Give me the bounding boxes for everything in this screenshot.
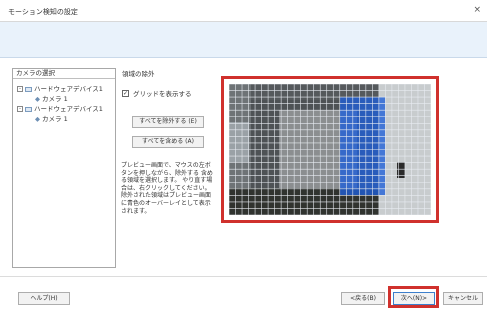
instructions-text: プレビュー画面で、マウスの左ボタンを押しながら、除外する 含める領域を選択します… — [121, 162, 213, 215]
title-bar: モーション検知の設定 × — [0, 0, 487, 22]
footer-divider — [0, 276, 487, 277]
camera-preview[interactable] — [229, 84, 431, 215]
collapse-icon[interactable]: - — [17, 106, 23, 112]
tree-item-camera-2[interactable]: ◆ カメラ 1 — [35, 113, 68, 123]
collapse-icon[interactable]: - — [17, 86, 23, 92]
show-grid-label: グリッドを表示する — [133, 90, 192, 98]
next-button[interactable]: 次へ(N)> — [393, 292, 435, 305]
tree-item-label: ハードウェアデバイス1 — [34, 85, 103, 93]
exclude-all-button[interactable]: すべてを除外する (E) — [132, 116, 204, 128]
include-all-button[interactable]: すべてを含める (A) — [132, 136, 204, 148]
device-icon — [25, 106, 32, 112]
tree-item-device-1[interactable]: - ハードウェアデバイス1 — [17, 83, 103, 93]
help-button[interactable]: ヘルプ(H) — [18, 292, 70, 305]
preview-highlight — [221, 76, 439, 223]
device-icon — [25, 86, 32, 92]
header-banner — [0, 22, 487, 58]
tree-item-camera-1[interactable]: ◆ カメラ 1 — [35, 93, 68, 103]
show-grid-checkbox[interactable]: ✓ グリッドを表示する — [122, 88, 192, 98]
cancel-button[interactable]: キャンセル — [443, 292, 483, 305]
preview-svg — [229, 84, 431, 215]
camera-icon: ◆ — [35, 115, 40, 123]
checkbox-check-icon[interactable]: ✓ — [122, 89, 129, 97]
section-label: 領域の除外 — [122, 70, 155, 78]
camera-tree[interactable]: カメラの選択 - ハードウェアデバイス1 ◆ カメラ 1 - ハードウェアデバイス1 … — [12, 68, 116, 268]
camera-tree-header: カメラの選択 — [13, 69, 115, 79]
excluded-region-overlay — [339, 97, 386, 196]
tree-item-label: カメラ 1 — [42, 95, 68, 103]
camera-icon: ◆ — [35, 95, 40, 103]
back-button[interactable]: <戻る(B) — [341, 292, 385, 305]
tree-item-device-2[interactable]: - ハードウェアデバイス1 — [17, 103, 103, 113]
tree-item-label: ハードウェアデバイス1 — [34, 105, 103, 113]
close-icon[interactable]: × — [473, 5, 481, 15]
tree-item-label: カメラ 1 — [42, 115, 68, 123]
detection-grid — [229, 84, 431, 215]
window-title: モーション検知の設定 — [8, 8, 78, 16]
